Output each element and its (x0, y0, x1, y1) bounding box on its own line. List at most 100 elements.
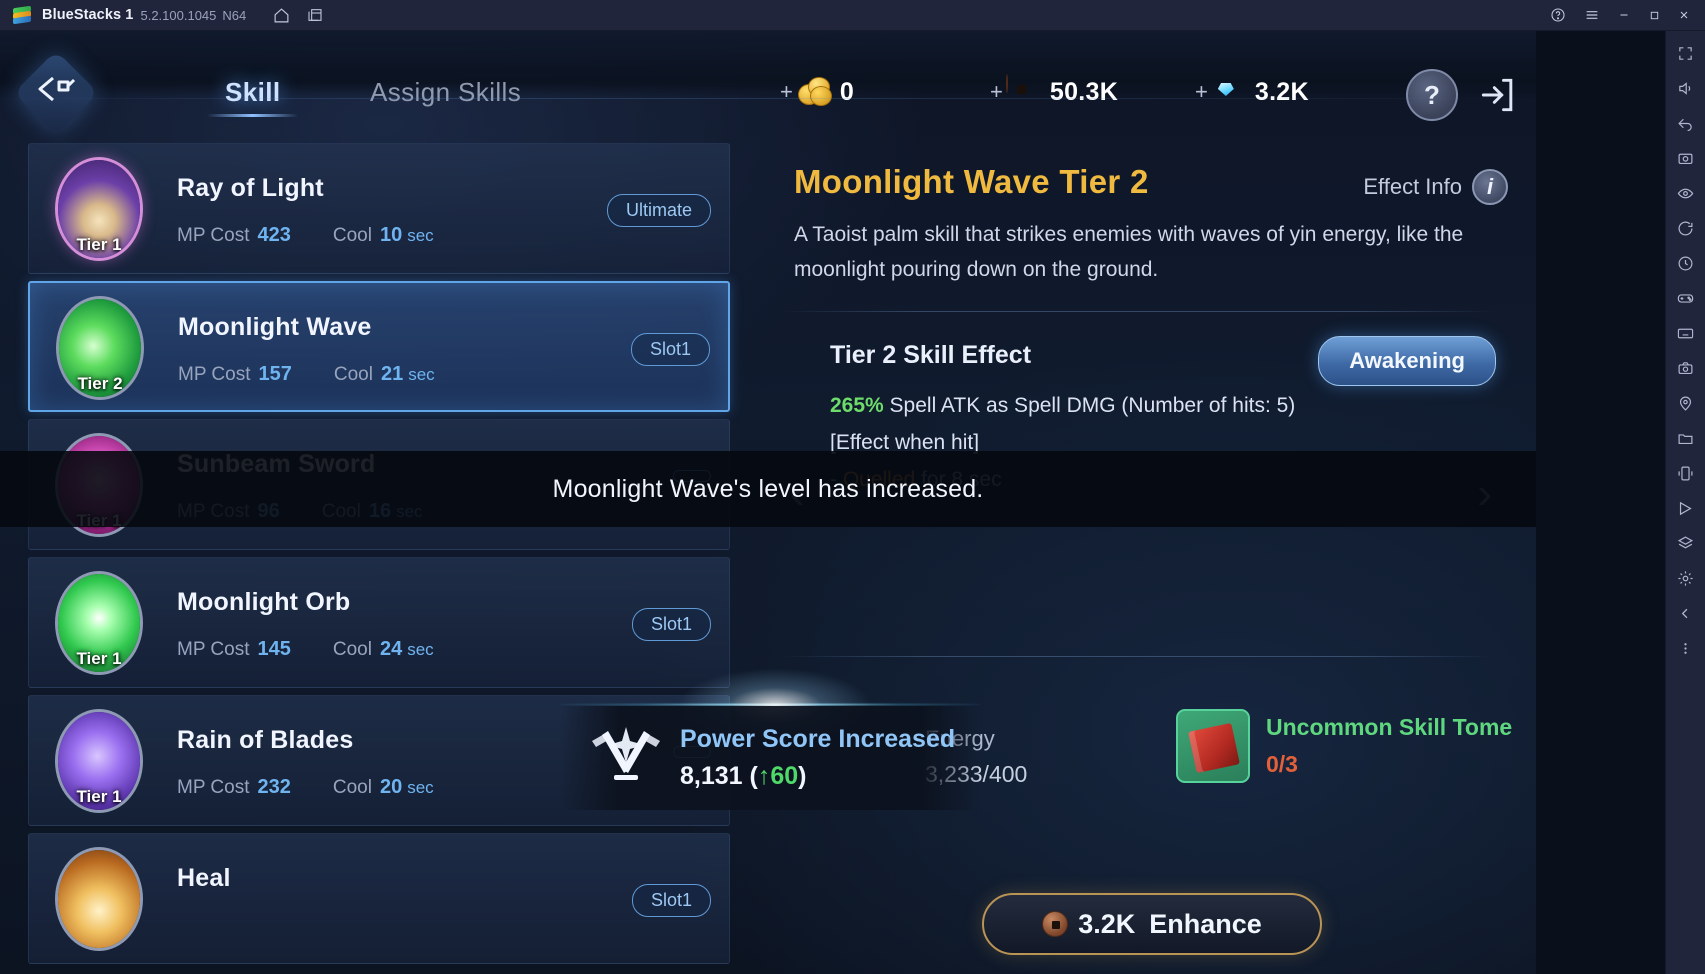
rotate-icon[interactable] (1670, 212, 1702, 244)
skill-row-ray-of-light[interactable]: Tier 1 Ray of Light MP Cost 423 Cool 10 … (28, 143, 730, 274)
skill-name: Moonlight Orb (177, 588, 351, 616)
skill-stats: MP Cost 232 Cool 20 sec (177, 776, 434, 799)
cooldown-value: 10 (379, 224, 403, 246)
skill-name: Rain of Blades (177, 726, 354, 754)
skill-row-moonlight-wave[interactable]: Tier 2 Moonlight Wave MP Cost 157 Cool 2… (28, 281, 730, 412)
skill-slot-pill[interactable]: Ultimate (606, 194, 711, 227)
mp-cost-value: 145 (257, 638, 291, 660)
gold-plus-icon[interactable]: + (780, 79, 793, 105)
app-version: 5.2.100.1045 (140, 7, 217, 23)
bluestacks-sidebar[interactable] (1665, 31, 1705, 974)
awakening-button[interactable]: Awakening (1318, 336, 1496, 386)
mp-cost-label: MP Cost (177, 777, 250, 798)
tab-skill[interactable]: Skill (206, 77, 300, 117)
cooldown-unit: sec (408, 365, 435, 384)
bluestacks-titlebar: BlueStacks 1 5.2.100.1045 N64 (0, 0, 1705, 31)
clock-icon[interactable] (1670, 247, 1702, 279)
help-button[interactable]: ? (1406, 69, 1458, 121)
cooldown-value: 24 (379, 638, 403, 660)
effect-info-label: Effect Info (1363, 174, 1462, 199)
detail-divider-top (780, 311, 1496, 312)
skill-slot-pill[interactable]: Slot1 (631, 608, 711, 641)
power-score-suffix: ) (798, 762, 807, 790)
mp-cost-label: MP Cost (177, 225, 250, 246)
skill-detail-title: Moonlight Wave Tier 2 (794, 163, 1149, 200)
skill-icon: Tier 2 (56, 296, 144, 400)
effect-damage-text: Spell ATK as Spell DMG (Number of hits: … (883, 394, 1296, 417)
back-icon[interactable] (1670, 107, 1702, 139)
hamburger-menu-icon[interactable] (1575, 0, 1609, 31)
more-icon[interactable] (1670, 632, 1702, 664)
skill-name: Heal (177, 864, 231, 892)
mp-cost-value: 423 (257, 224, 291, 246)
info-icon[interactable]: i (1472, 169, 1508, 205)
power-score-number: 8,131 ( (680, 762, 758, 790)
currency-copper[interactable]: + 50.3K (990, 74, 1118, 109)
currency-gold[interactable]: + 0 (780, 75, 854, 109)
exit-icon[interactable] (1474, 71, 1522, 119)
close-button[interactable] (1669, 0, 1699, 31)
toast-message: Moonlight Wave's level has increased. (552, 474, 984, 503)
skill-tome-item[interactable]: Uncommon Skill Tome 0/3 (1176, 709, 1512, 783)
skill-tier-badge: Tier 1 (76, 649, 122, 668)
shake-icon[interactable] (1670, 457, 1702, 489)
screenshot-icon[interactable] (1670, 142, 1702, 174)
help-circle-icon[interactable] (1541, 0, 1575, 31)
gamepad-icon[interactable] (1670, 282, 1702, 314)
copper-plus-icon[interactable]: + (990, 79, 1003, 105)
bluestacks-logo (11, 5, 33, 25)
skill-slot-pill[interactable]: Slot1 (630, 333, 710, 366)
cooldown-label: Cool (333, 364, 373, 385)
folder-icon[interactable] (1670, 422, 1702, 454)
gear-icon[interactable] (1670, 562, 1702, 594)
home-badge-button[interactable] (13, 50, 99, 136)
skill-row-moonlight-orb[interactable]: Tier 1 Moonlight Orb MP Cost 145 Cool 24… (28, 557, 730, 688)
skill-description: A Taoist palm skill that strikes enemies… (794, 223, 1464, 281)
enhance-cost: 3.2K (1078, 908, 1136, 939)
fullscreen-icon[interactable] (1670, 37, 1702, 69)
cooldown-value: 21 (380, 363, 404, 385)
power-score-delta: ↑60 (757, 762, 799, 790)
gold-value: 0 (839, 77, 855, 106)
location-icon[interactable] (1670, 387, 1702, 419)
effect-info-button[interactable]: Effect Info i (1363, 169, 1508, 205)
home-icon[interactable] (264, 0, 298, 31)
cooldown-unit: sec (407, 778, 434, 797)
multi-instance-icon[interactable] (298, 0, 332, 31)
enhance-label: Enhance (1149, 908, 1262, 939)
cooldown-unit: sec (407, 226, 434, 245)
arrow-left-icon[interactable] (1670, 597, 1702, 629)
power-score-banner: Power Score Increased 8,131 (↑60) (560, 669, 980, 813)
mp-cost-value: 232 (257, 776, 291, 798)
copper-coin-icon (1042, 911, 1069, 937)
layers-icon[interactable] (1670, 527, 1702, 559)
enhance-button[interactable]: 3.2K Enhance (982, 893, 1322, 955)
cooldown-label: Cool (332, 639, 372, 660)
mp-cost-value: 157 (258, 363, 292, 385)
camera-icon[interactable] (1670, 352, 1702, 384)
toast-notification: Moonlight Wave's level has increased. (0, 451, 1536, 527)
eye-icon[interactable] (1670, 177, 1702, 209)
keyboard-icon[interactable] (1670, 317, 1702, 349)
skill-name: Ray of Light (177, 174, 324, 202)
minimize-button[interactable] (1609, 0, 1639, 31)
macro-icon[interactable] (1670, 492, 1702, 524)
power-score-value: 8,131 (↑60) (680, 762, 955, 791)
app-instance-label: N64 (222, 7, 247, 23)
gem-plus-icon[interactable]: + (1195, 79, 1208, 105)
skill-row-heal[interactable]: Heal Slot1 (28, 833, 730, 964)
effect-damage-percent: 265% (830, 394, 884, 417)
skill-list[interactable]: Tier 1 Ray of Light MP Cost 423 Cool 10 … (28, 143, 730, 973)
game-viewport: Skill Assign Skills + 0 + 50.3K + 3.2K ? (0, 31, 1536, 974)
maximize-button[interactable] (1639, 0, 1669, 31)
cooldown-label: Cool (332, 225, 372, 246)
effect-line-damage: 265% Spell ATK as Spell DMG (Number of h… (830, 394, 1295, 418)
skill-tier-badge: Tier 2 (77, 374, 123, 393)
skill-slot-pill[interactable]: Slot1 (631, 884, 711, 917)
tab-assign-skills[interactable]: Assign Skills (370, 77, 521, 108)
app-title: BlueStacks 1 (42, 7, 134, 23)
currency-gem[interactable]: + 3.2K (1195, 75, 1309, 109)
skill-tome-count: 0/3 (1266, 751, 1298, 777)
volume-icon[interactable] (1670, 72, 1702, 104)
skill-icon: Tier 1 (55, 157, 143, 261)
